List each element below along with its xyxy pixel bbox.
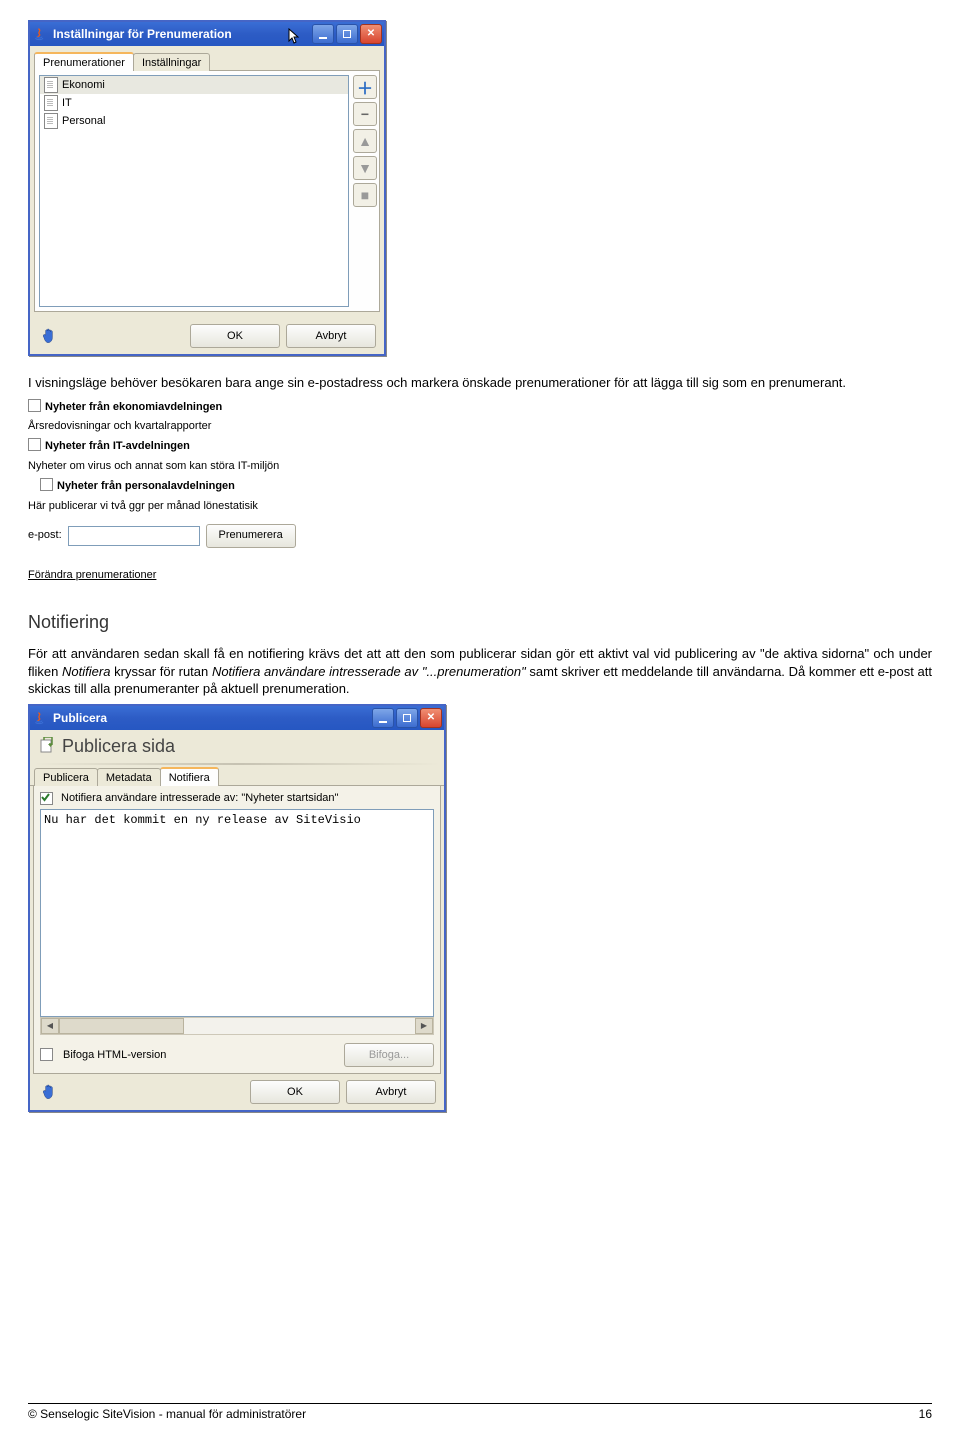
- checkbox[interactable]: [28, 438, 41, 451]
- scroll-right-button[interactable]: ▶: [415, 1018, 433, 1034]
- text-italic: Notifiera: [62, 664, 110, 679]
- notify-label: Notifiera användare intresserade av: "Ny…: [61, 792, 338, 804]
- ok-button[interactable]: OK: [250, 1080, 340, 1104]
- form-heading: Nyheter från ekonomiavdelningen: [45, 401, 222, 413]
- list-item[interactable]: IT: [40, 94, 348, 112]
- titlebar[interactable]: Inställningar för Prenumeration: [30, 22, 384, 46]
- textarea-content: Nu har det kommit en ny release av SiteV…: [44, 813, 361, 827]
- subscription-form-preview: Nyheter från ekonomiavdelningen Årsredov…: [28, 398, 378, 587]
- tab-prenumerationer[interactable]: Prenumerationer: [34, 52, 134, 71]
- help-hand-icon[interactable]: [38, 326, 60, 346]
- scroll-thumb[interactable]: [59, 1018, 184, 1034]
- page-footer: © Senselogic SiteVision - manual för adm…: [28, 1403, 932, 1421]
- tab-metadata[interactable]: Metadata: [97, 768, 161, 786]
- list-item-label: IT: [62, 97, 72, 109]
- change-subscriptions-link[interactable]: Förändra prenumerationer: [28, 566, 156, 586]
- maximize-button[interactable]: [336, 24, 358, 44]
- form-subline: Nyheter om virus och annat som kan störa…: [28, 457, 378, 477]
- dialog-publicera: Publicera Publicera sida Publicera Metad…: [28, 704, 446, 1112]
- tab-publicera[interactable]: Publicera: [34, 768, 98, 786]
- email-label: e-post:: [28, 526, 62, 546]
- subscription-list[interactable]: Ekonomi IT Personal: [39, 75, 349, 307]
- form-heading: Nyheter från personalavdelningen: [57, 480, 235, 492]
- minimize-button[interactable]: [372, 708, 394, 728]
- cursor-icon: [288, 28, 302, 49]
- close-button[interactable]: [360, 24, 382, 44]
- attach-html-checkbox[interactable]: [40, 1048, 53, 1061]
- cancel-button[interactable]: Avbryt: [346, 1080, 436, 1104]
- ok-button[interactable]: OK: [190, 324, 280, 348]
- java-icon: [34, 27, 48, 41]
- tabs: Publicera Metadata Notifiera: [30, 765, 444, 786]
- subscribe-button[interactable]: Prenumerera: [206, 524, 296, 548]
- footer-text: © Senselogic SiteVision - manual för adm…: [28, 1407, 306, 1421]
- list-item[interactable]: Personal: [40, 112, 348, 130]
- publish-icon: [38, 737, 56, 755]
- tab-notifiera[interactable]: Notifiera: [160, 767, 219, 786]
- form-heading: Nyheter från IT-avdelningen: [45, 440, 190, 452]
- document-icon: [44, 113, 58, 129]
- attach-button[interactable]: Bifoga...: [344, 1043, 434, 1067]
- scroll-track[interactable]: [59, 1018, 415, 1034]
- document-icon: [44, 95, 58, 111]
- section-heading-notifiering: Notifiering: [28, 612, 932, 633]
- remove-button[interactable]: −: [353, 102, 377, 126]
- dialog-header: Publicera sida: [30, 730, 444, 763]
- form-subline: Här publicerar vi två ggr per månad löne…: [28, 497, 378, 517]
- email-input[interactable]: [68, 526, 200, 546]
- tabs: Prenumerationer Inställningar: [34, 50, 380, 71]
- list-item[interactable]: Ekonomi: [40, 76, 348, 94]
- scroll-left-button[interactable]: ◀: [41, 1018, 59, 1034]
- tab-installningar[interactable]: Inställningar: [133, 53, 210, 71]
- form-subline: Årsredovisningar och kvartalrapporter: [28, 417, 378, 437]
- paragraph: I visningsläge behöver besökaren bara an…: [28, 374, 932, 392]
- checkbox[interactable]: [40, 478, 53, 491]
- list-item-label: Personal: [62, 115, 105, 127]
- java-icon: [34, 711, 48, 725]
- move-up-button[interactable]: ▲: [353, 129, 377, 153]
- maximize-button[interactable]: [396, 708, 418, 728]
- attach-label: Bifoga HTML-version: [63, 1049, 166, 1061]
- notify-checkbox[interactable]: [40, 792, 53, 805]
- text-italic: Notifiera användare intresserade av "...…: [212, 664, 526, 679]
- checkbox[interactable]: [28, 399, 41, 412]
- close-button[interactable]: [420, 708, 442, 728]
- cancel-button[interactable]: Avbryt: [286, 324, 376, 348]
- dialog-prenumeration-settings: Inställningar för Prenumeration Prenumer…: [28, 20, 386, 356]
- window-title: Publicera: [53, 711, 107, 725]
- help-hand-icon[interactable]: [38, 1082, 60, 1102]
- minimize-button[interactable]: [312, 24, 334, 44]
- titlebar[interactable]: Publicera: [30, 706, 444, 730]
- properties-button[interactable]: ■: [353, 183, 377, 207]
- page-number: 16: [919, 1407, 932, 1421]
- message-textarea[interactable]: Nu har det kommit en ny release av SiteV…: [40, 809, 434, 1017]
- paragraph: För att användaren sedan skall få en not…: [28, 645, 932, 698]
- add-button[interactable]: ＋: [353, 75, 377, 99]
- dialog-header-text: Publicera sida: [62, 736, 175, 757]
- list-item-label: Ekonomi: [62, 79, 105, 91]
- scrollbar-horizontal[interactable]: ◀ ▶: [40, 1017, 434, 1035]
- move-down-button[interactable]: ▼: [353, 156, 377, 180]
- document-icon: [44, 77, 58, 93]
- window-title: Inställningar för Prenumeration: [53, 27, 232, 41]
- text: kryssar för rutan: [110, 664, 211, 679]
